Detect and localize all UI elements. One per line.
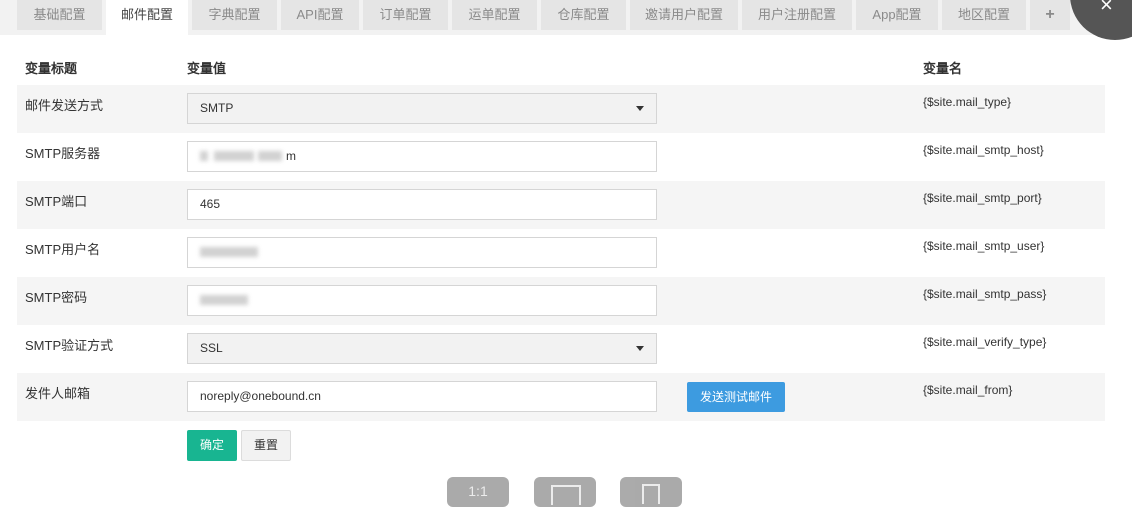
send-test-mail-button[interactable]: 发送测试邮件 xyxy=(687,382,785,412)
tab-app-config[interactable]: App配置 xyxy=(856,0,938,30)
row-var-name: {$site.mail_verify_type} xyxy=(923,335,1047,349)
row-label: SMTP服务器 xyxy=(25,146,101,161)
table-row: SMTP用户名 {$site.mail_smtp_user} xyxy=(17,229,1105,277)
table-row: 发件人邮箱 noreply@onebound.cn 发送测试邮件 {$site.… xyxy=(17,373,1105,421)
row-var-name: {$site.mail_smtp_port} xyxy=(923,191,1042,205)
header-title: 变量标题 xyxy=(25,61,78,76)
smtp-user-input[interactable] xyxy=(187,237,657,268)
row-label: 发件人邮箱 xyxy=(25,386,91,401)
mail-from-value: noreply@onebound.cn xyxy=(200,389,321,403)
redacted-text xyxy=(258,151,282,161)
redacted-text xyxy=(200,295,248,305)
table-row: SMTP服务器 m {$site.mail_smtp_host} xyxy=(17,133,1105,181)
row-var-name: {$site.mail_smtp_pass} xyxy=(923,287,1047,301)
header-name: 变量名 xyxy=(923,61,963,76)
fullscreen-button[interactable] xyxy=(534,477,596,507)
one-to-one-label: 1:1 xyxy=(468,483,488,499)
tab-api-config[interactable]: API配置 xyxy=(281,0,359,30)
row-label: 邮件发送方式 xyxy=(25,98,104,113)
row-label: SMTP端口 xyxy=(25,194,88,209)
redacted-text xyxy=(200,151,208,161)
table-row: 邮件发送方式 SMTP {$site.mail_type} xyxy=(17,85,1105,133)
table-row: SMTP端口 465 {$site.mail_smtp_port} xyxy=(17,181,1105,229)
row-label: SMTP用户名 xyxy=(25,242,101,257)
tab-user-register-config[interactable]: 用户注册配置 xyxy=(742,0,852,30)
smtp-port-value: 465 xyxy=(200,197,221,211)
tab-invite-user-config[interactable]: 邀请用户配置 xyxy=(630,0,738,30)
row-var-name: {$site.mail_smtp_user} xyxy=(923,239,1045,253)
row-var-name: {$site.mail_smtp_host} xyxy=(923,143,1044,157)
tab-warehouse-config[interactable]: 仓库配置 xyxy=(541,0,626,30)
verify-type-select[interactable]: SSL xyxy=(187,333,657,364)
smtp-host-input[interactable]: m xyxy=(187,141,657,172)
fullscreen-icon xyxy=(551,485,581,505)
tab-region-config[interactable]: 地区配置 xyxy=(942,0,1026,30)
redacted-text xyxy=(214,151,254,161)
smtp-port-input[interactable]: 465 xyxy=(187,189,657,220)
row-var-name: {$site.mail_from} xyxy=(923,383,1013,397)
caret-down-icon xyxy=(636,346,644,351)
tab-bar: 基础配置 邮件配置 字典配置 API配置 订单配置 运单配置 仓库配置 邀请用户… xyxy=(0,0,1132,35)
reset-button[interactable]: 重置 xyxy=(241,430,291,461)
rotate-button[interactable] xyxy=(620,477,682,507)
mail-from-input[interactable]: noreply@onebound.cn xyxy=(187,381,657,412)
tab-waybill-config[interactable]: 运单配置 xyxy=(452,0,537,30)
caret-down-icon xyxy=(636,106,644,111)
mail-type-select[interactable]: SMTP xyxy=(187,93,657,124)
header-value: 变量值 xyxy=(187,61,227,76)
tab-basic-config[interactable]: 基础配置 xyxy=(17,0,102,30)
table-row: SMTP验证方式 SSL {$site.mail_verify_type} xyxy=(17,325,1105,373)
tab-order-config[interactable]: 订单配置 xyxy=(363,0,448,30)
row-label: SMTP验证方式 xyxy=(25,338,114,353)
tab-mail-config[interactable]: 邮件配置 xyxy=(106,0,188,35)
table-row: SMTP密码 {$site.mail_smtp_pass} xyxy=(17,277,1105,325)
confirm-button[interactable]: 确定 xyxy=(187,430,237,461)
tab-dict-config[interactable]: 字典配置 xyxy=(192,0,277,30)
tab-add-button[interactable]: + xyxy=(1030,0,1070,30)
verify-type-value: SSL xyxy=(200,341,223,355)
mail-type-value: SMTP xyxy=(200,101,234,115)
row-var-name: {$site.mail_type} xyxy=(923,95,1012,109)
rotate-icon xyxy=(642,484,660,504)
close-icon: × xyxy=(1100,0,1113,17)
row-label: SMTP密码 xyxy=(25,290,88,305)
smtp-pass-input[interactable] xyxy=(187,285,657,316)
redacted-text xyxy=(200,247,258,257)
one-to-one-button[interactable]: 1:1 xyxy=(447,477,509,507)
smtp-host-value: m xyxy=(286,149,296,163)
